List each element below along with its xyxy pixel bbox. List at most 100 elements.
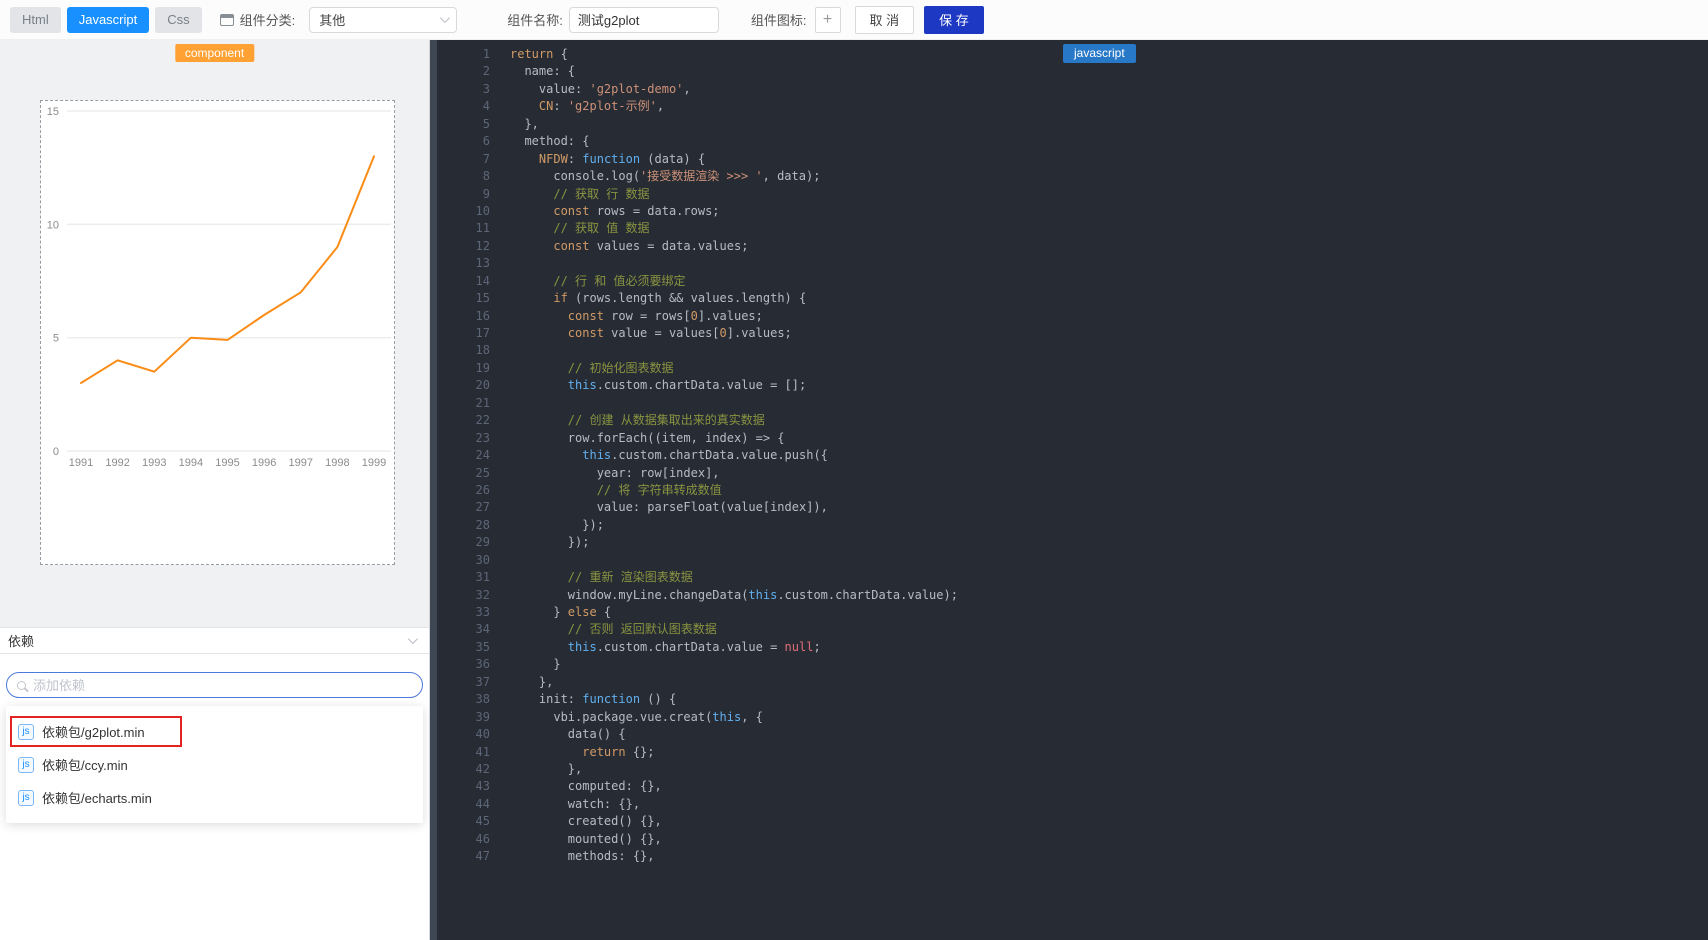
line-number: 47 bbox=[475, 849, 490, 864]
code-line[interactable]: 2 name: { bbox=[437, 63, 1708, 80]
line-number: 41 bbox=[475, 744, 490, 759]
line-number: 10 bbox=[475, 203, 490, 218]
svg-text:10: 10 bbox=[47, 219, 59, 231]
component-name-label: 组件名称: bbox=[507, 13, 563, 28]
deps-search-input[interactable] bbox=[33, 677, 412, 693]
code-line[interactable]: 9 // 获取 行 数据 bbox=[437, 186, 1708, 203]
deps-header-label: 依赖 bbox=[8, 634, 35, 649]
svg-text:5: 5 bbox=[53, 333, 59, 345]
component-canvas[interactable]: 0 5 10 15 1991 1992 1993 1994 1995 1996 1997 1998 19… bbox=[40, 100, 395, 565]
code-line[interactable]: 15 if (rows.length && values.length) { bbox=[437, 290, 1708, 307]
code-line[interactable]: 20 this.custom.chartData.value = []; bbox=[437, 377, 1708, 394]
component-name-input[interactable] bbox=[568, 6, 719, 33]
code-line[interactable]: 18 bbox=[437, 342, 1708, 359]
svg-text:1999: 1999 bbox=[362, 457, 386, 469]
line-number: 39 bbox=[475, 709, 490, 724]
code-line[interactable]: 33 } else { bbox=[437, 604, 1708, 621]
code-line[interactable]: 41 return {}; bbox=[437, 744, 1708, 761]
code-line[interactable]: 13 bbox=[437, 255, 1708, 272]
deps-header[interactable]: 依赖 bbox=[0, 627, 429, 654]
line-number: 19 bbox=[475, 360, 490, 375]
code-line[interactable]: 25 year: row[index], bbox=[437, 465, 1708, 482]
code-line[interactable]: 8 console.log('接受数据渲染 >>> ', data); bbox=[437, 168, 1708, 185]
tab-javascript[interactable]: Javascript bbox=[66, 6, 150, 33]
code-line[interactable]: 11 // 获取 值 数据 bbox=[437, 220, 1708, 237]
code-line[interactable]: 44 watch: {}, bbox=[437, 796, 1708, 813]
code-line[interactable]: 32 window.myLine.changeData(this.custom.… bbox=[437, 587, 1708, 604]
code-line[interactable]: 5 }, bbox=[437, 116, 1708, 133]
add-icon-button[interactable]: + bbox=[814, 6, 841, 33]
code-line[interactable]: 17 const value = values[0].values; bbox=[437, 325, 1708, 342]
dep-item[interactable]: js 依赖包/ccy.min bbox=[10, 749, 419, 780]
code-line[interactable]: 16 const row = rows[0].values; bbox=[437, 308, 1708, 325]
cancel-button[interactable]: 取 消 bbox=[854, 5, 915, 34]
line-number: 6 bbox=[482, 134, 490, 149]
code-editor[interactable]: 1 return {2 name: {3 value: 'g2plot-demo'… bbox=[430, 40, 1708, 940]
code-line[interactable]: 27 value: parseFloat(value[index]), bbox=[437, 499, 1708, 516]
svg-text:1995: 1995 bbox=[215, 457, 239, 469]
code-line[interactable]: 10 const rows = data.rows; bbox=[437, 203, 1708, 220]
category-select[interactable]: 其他 bbox=[309, 6, 458, 33]
toolbar: Html Javascript Css 组件分类: 其他 组件名称: 组件图标:… bbox=[0, 0, 1708, 40]
dep-item[interactable]: js 依赖包/echarts.min bbox=[10, 782, 419, 813]
code-line[interactable]: 42 }, bbox=[437, 761, 1708, 778]
code-line[interactable]: 3 value: 'g2plot-demo', bbox=[437, 81, 1708, 98]
line-number: 22 bbox=[475, 413, 490, 428]
line-number: 34 bbox=[475, 622, 490, 637]
line-number: 38 bbox=[475, 692, 490, 707]
save-button[interactable]: 保 存 bbox=[924, 5, 984, 34]
dep-label: 依赖包/echarts.min bbox=[42, 791, 152, 806]
line-number: 26 bbox=[475, 482, 490, 497]
code-line[interactable]: 21 bbox=[437, 395, 1708, 412]
code-line[interactable]: 31 // 重新 渲染图表数据 bbox=[437, 569, 1708, 586]
code-line[interactable]: 19 // 初始化图表数据 bbox=[437, 360, 1708, 377]
tab-html[interactable]: Html bbox=[10, 6, 61, 33]
code-line[interactable]: 45 created() {}, bbox=[437, 813, 1708, 830]
code-line[interactable]: 29 }); bbox=[437, 534, 1708, 551]
code-line[interactable]: 6 method: { bbox=[437, 133, 1708, 150]
tab-css[interactable]: Css bbox=[155, 6, 202, 33]
line-number: 45 bbox=[475, 814, 490, 829]
line-number: 23 bbox=[475, 430, 490, 445]
line-number: 11 bbox=[475, 221, 490, 236]
code-line[interactable]: 7 NFDW: function (data) { bbox=[437, 151, 1708, 168]
code-line[interactable]: 47 methods: {}, bbox=[437, 848, 1708, 865]
code-line[interactable]: 24 this.custom.chartData.value.push({ bbox=[437, 447, 1708, 464]
code-line[interactable]: 4 CN: 'g2plot-示例', bbox=[437, 98, 1708, 115]
component-badge: component bbox=[174, 44, 255, 62]
code-line[interactable]: 26 // 将 字符串转成数值 bbox=[437, 482, 1708, 499]
editor-scrollbar[interactable] bbox=[430, 40, 437, 940]
line-number: 36 bbox=[475, 657, 490, 672]
line-number: 4 bbox=[482, 99, 490, 114]
line-number: 12 bbox=[475, 238, 490, 253]
line-number: 9 bbox=[482, 186, 490, 201]
dep-item[interactable]: js 依赖包/g2plot.min bbox=[10, 716, 182, 747]
line-number: 15 bbox=[475, 291, 490, 306]
code-lines[interactable]: 1 return {2 name: {3 value: 'g2plot-demo'… bbox=[437, 46, 1708, 940]
code-line[interactable]: 37 }, bbox=[437, 674, 1708, 691]
code-line[interactable]: 46 mounted() {}, bbox=[437, 831, 1708, 848]
code-line[interactable]: 39 vbi.package.vue.creat(this, { bbox=[437, 709, 1708, 726]
line-number: 20 bbox=[475, 378, 490, 393]
code-line[interactable]: 40 data() { bbox=[437, 726, 1708, 743]
code-line[interactable]: 22 // 创建 从数据集取出来的真实数据 bbox=[437, 412, 1708, 429]
line-number: 21 bbox=[475, 395, 490, 410]
deps-search[interactable] bbox=[6, 672, 423, 698]
code-line[interactable]: 28 }); bbox=[437, 517, 1708, 534]
code-line[interactable]: 23 row.forEach((item, index) => { bbox=[437, 430, 1708, 447]
svg-text:0: 0 bbox=[53, 446, 59, 458]
code-line[interactable]: 12 const values = data.values; bbox=[437, 238, 1708, 255]
line-number: 35 bbox=[475, 639, 490, 654]
line-number: 30 bbox=[475, 552, 490, 567]
deps-body: js 依赖包/g2plot.min js 依赖包/ccy.min js 依赖包/echar… bbox=[0, 654, 429, 940]
main-split: component 0 5 10 15 1991 1992 1993 1994 1995 1996… bbox=[0, 40, 1708, 940]
language-badge: javascript bbox=[1063, 44, 1136, 63]
code-line[interactable]: 38 init: function () { bbox=[437, 691, 1708, 708]
line-number: 14 bbox=[475, 273, 490, 288]
code-line[interactable]: 34 // 否则 返回默认图表数据 bbox=[437, 621, 1708, 638]
code-line[interactable]: 35 this.custom.chartData.value = null; bbox=[437, 639, 1708, 656]
code-line[interactable]: 36 } bbox=[437, 656, 1708, 673]
code-line[interactable]: 14 // 行 和 值必须要绑定 bbox=[437, 273, 1708, 290]
code-line[interactable]: 30 bbox=[437, 552, 1708, 569]
code-line[interactable]: 43 computed: {}, bbox=[437, 778, 1708, 795]
